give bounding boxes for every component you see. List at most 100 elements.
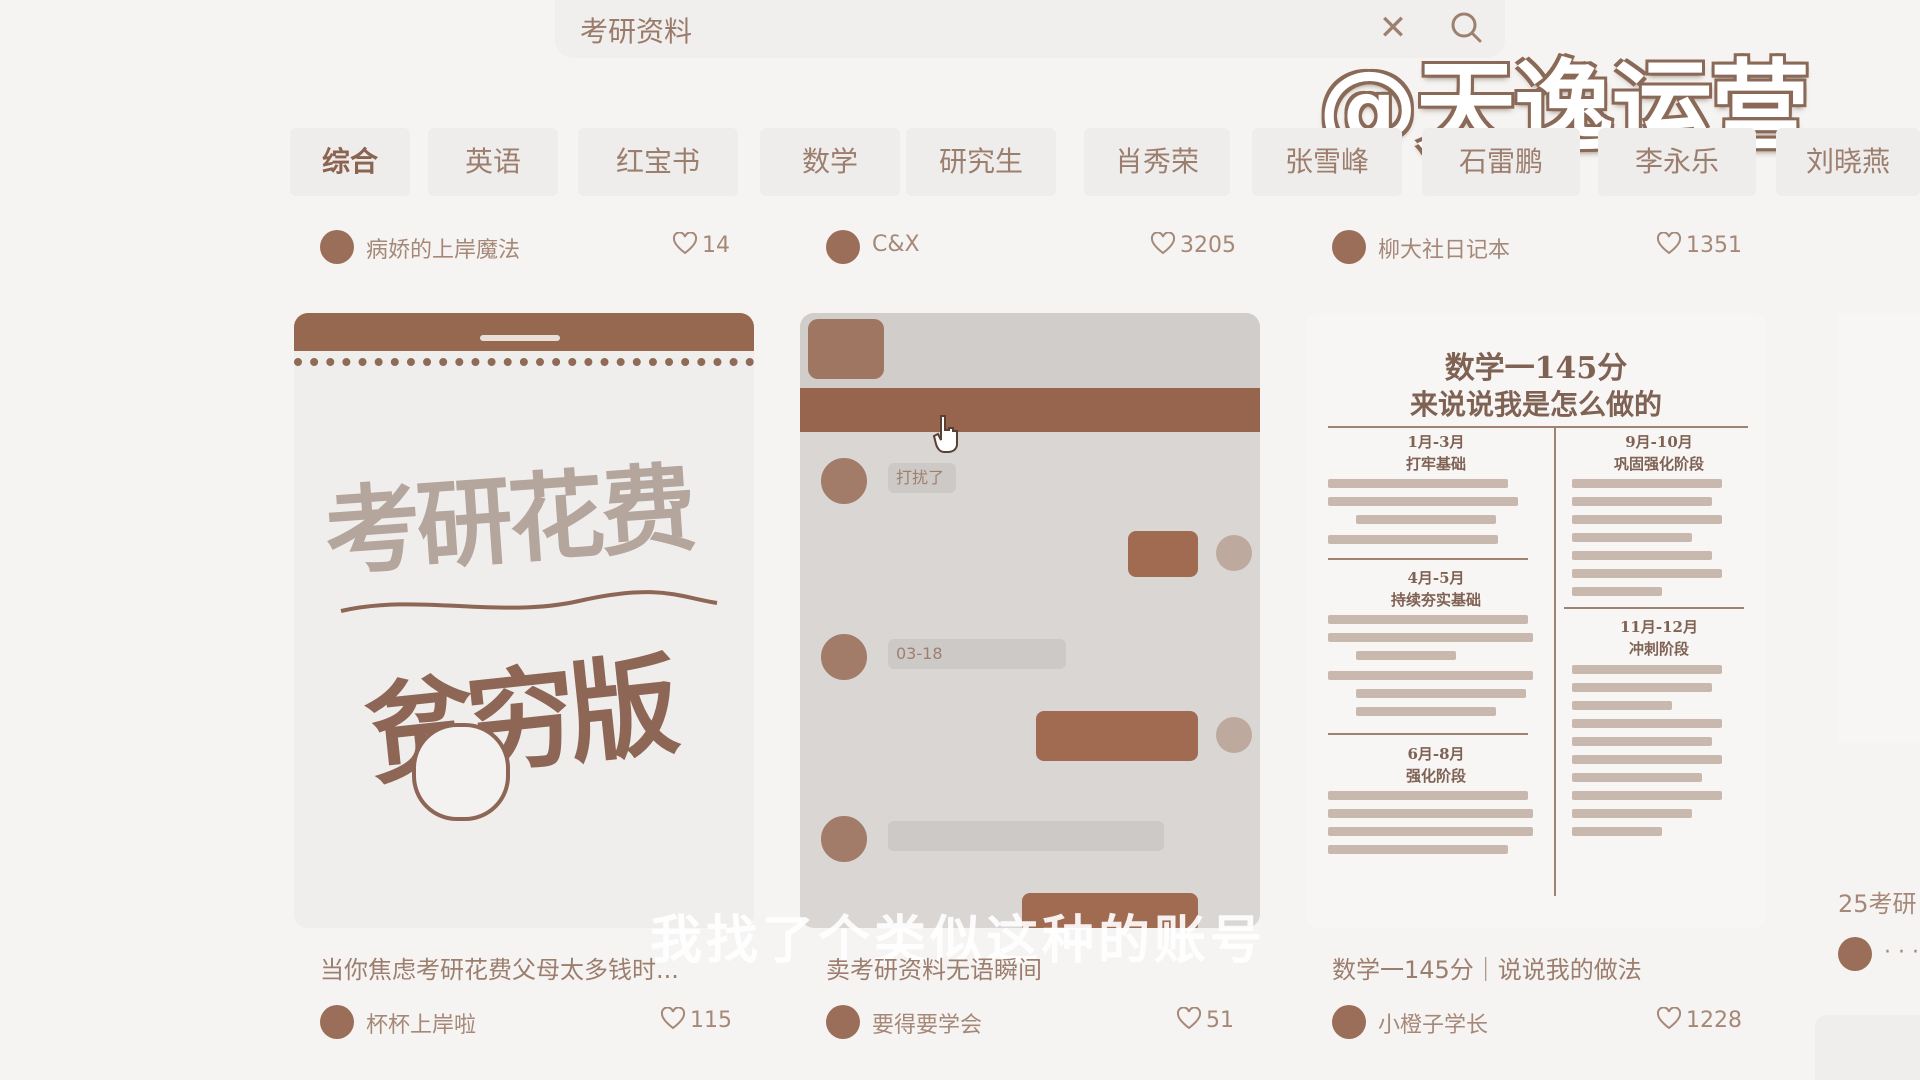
like-count[interactable]: 1228 — [1656, 1007, 1742, 1033]
text-line — [1328, 809, 1533, 818]
search-input[interactable]: 考研资料 — [580, 10, 692, 50]
section-heading: 打牢基础 — [1405, 455, 1466, 473]
text-line — [1356, 707, 1496, 716]
note-card-cover[interactable]: 数学一145分 来说说我是怎么做的 1月-3月 打牢基础 4月-5月 持续夯实基… — [1306, 313, 1766, 928]
text-line — [1328, 535, 1498, 544]
close-icon[interactable]: ✕ — [1373, 8, 1413, 48]
text-line — [1356, 651, 1456, 660]
like-count[interactable]: 1351 — [1656, 232, 1742, 258]
text-line — [1572, 479, 1722, 488]
like-count[interactable]: 51 — [1176, 1007, 1234, 1033]
crying-face-icon — [412, 723, 510, 821]
avatar[interactable] — [826, 230, 860, 264]
text-line — [1572, 683, 1712, 692]
note-title[interactable]: 25考研 — [1838, 884, 1917, 919]
chat-header — [800, 313, 1260, 388]
search-icon[interactable] — [1447, 8, 1487, 48]
author-name[interactable]: 病娇的上岸魔法 — [366, 232, 520, 264]
author-row[interactable]: 病娇的上岸魔法 14 — [320, 228, 740, 268]
tab-math[interactable]: 数学 — [760, 128, 900, 196]
note-title[interactable]: 当你焦虑考研花费父母太多钱时... — [320, 950, 679, 985]
chat-bubble: 03-18 — [888, 639, 1066, 669]
section-date: 6月-8月 — [1407, 745, 1465, 763]
text-line — [1328, 845, 1508, 854]
tab-shileipeng[interactable]: 石雷鹏 — [1422, 128, 1580, 196]
tab-graduate[interactable]: 研究生 — [906, 128, 1056, 196]
avatar[interactable] — [1332, 1005, 1366, 1039]
text-line — [1572, 719, 1722, 728]
tab-liuxiaoyan[interactable]: 刘晓燕 — [1776, 128, 1920, 196]
text-line — [1572, 701, 1672, 710]
note-title[interactable]: 卖考研资料无语瞬间 — [826, 950, 1042, 985]
heart-icon[interactable] — [672, 232, 698, 256]
avatar[interactable] — [320, 1005, 354, 1039]
cover-title: 考研花费 — [321, 451, 697, 590]
cover-swoosh — [340, 590, 718, 613]
tab-zonghe[interactable]: 综合 — [290, 128, 410, 196]
text-line — [1572, 809, 1692, 818]
like-count[interactable]: 14 — [672, 232, 730, 258]
heart-icon[interactable] — [1150, 232, 1176, 256]
avatar — [818, 631, 870, 683]
note-card-cover[interactable] — [1838, 313, 1920, 743]
section-date: 9月-10月 — [1625, 433, 1693, 451]
chat-bubble — [888, 821, 1164, 851]
author-row[interactable]: 要得要学会 51 — [826, 1003, 1246, 1043]
text-line — [1572, 665, 1722, 674]
tab-english[interactable]: 英语 — [428, 128, 558, 196]
text-line — [1572, 773, 1702, 782]
text-line — [1572, 551, 1712, 560]
author-name[interactable]: 小橙子学长 — [1378, 1007, 1488, 1039]
heart-icon[interactable] — [1656, 1007, 1682, 1031]
heart-icon[interactable] — [1656, 232, 1682, 256]
divider — [1328, 733, 1528, 735]
author-name[interactable]: 要得要学会 — [872, 1007, 982, 1039]
category-tabs: 综合 英语 红宝书 数学 研究生 肖秀荣 张雪峰 石雷鹏 李永乐 刘晓燕 — [290, 128, 1920, 196]
tab-liyongle[interactable]: 李永乐 — [1598, 128, 1756, 196]
text-line — [1328, 615, 1528, 624]
divider — [1328, 558, 1528, 560]
section-heading: 持续夯实基础 — [1390, 591, 1481, 609]
heart-icon[interactable] — [660, 1007, 686, 1031]
author-row[interactable]: 杯杯上岸啦 115 — [320, 1003, 740, 1043]
section-heading: 冲刺阶段 — [1628, 640, 1689, 658]
more-icon[interactable]: · · · — [1884, 940, 1919, 965]
floating-widget — [1815, 1015, 1920, 1080]
text-line — [1572, 791, 1722, 800]
text-line — [1328, 479, 1508, 488]
section-heading: 巩固强化阶段 — [1613, 455, 1704, 473]
avatar[interactable] — [826, 1005, 860, 1039]
tab-xiaoxiurong[interactable]: 肖秀荣 — [1084, 128, 1230, 196]
text-line — [1572, 515, 1722, 524]
avatar — [1216, 535, 1252, 571]
tab-hongbaoshu[interactable]: 红宝书 — [578, 128, 738, 196]
tab-zhangxuefeng[interactable]: 张雪峰 — [1252, 128, 1402, 196]
text-line — [1572, 755, 1722, 764]
author-name[interactable]: C&X — [872, 232, 920, 257]
cover-subtitle: 贫穷版 — [359, 640, 677, 801]
note-title[interactable]: 数学一145分｜说说我的做法 — [1332, 950, 1642, 985]
avatar[interactable] — [1838, 937, 1872, 971]
heart-icon[interactable] — [1176, 1007, 1202, 1031]
avatar[interactable] — [1332, 230, 1366, 264]
author-row[interactable]: C&X 3205 — [826, 228, 1246, 268]
cover-dots — [294, 358, 754, 376]
note-card-cover[interactable]: 打扰了 03-18 — [800, 313, 1260, 928]
like-count[interactable]: 115 — [660, 1007, 732, 1033]
hand-cursor-icon — [932, 415, 958, 453]
chat-bubble-self — [1036, 711, 1198, 761]
note-card-cover[interactable]: 考研花费 贫穷版 — [294, 313, 754, 928]
cover-topbar — [294, 313, 754, 351]
chat-bubble-self — [1128, 531, 1198, 577]
section-heading: 强化阶段 — [1405, 767, 1466, 785]
author-name[interactable]: 杯杯上岸啦 — [366, 1007, 476, 1039]
like-count[interactable]: 3205 — [1150, 232, 1236, 258]
cover-subtitle: 来说说我是怎么做的 — [1409, 388, 1662, 421]
author-row[interactable]: 柳大社日记本 1351 — [1332, 228, 1752, 268]
text-line — [1328, 671, 1533, 680]
avatar[interactable] — [320, 230, 354, 264]
author-name[interactable]: 柳大社日记本 — [1378, 232, 1510, 264]
chat-bubble: 打扰了 — [888, 463, 956, 493]
text-line — [1328, 827, 1533, 836]
author-row[interactable]: 小橙子学长 1228 — [1332, 1003, 1752, 1043]
